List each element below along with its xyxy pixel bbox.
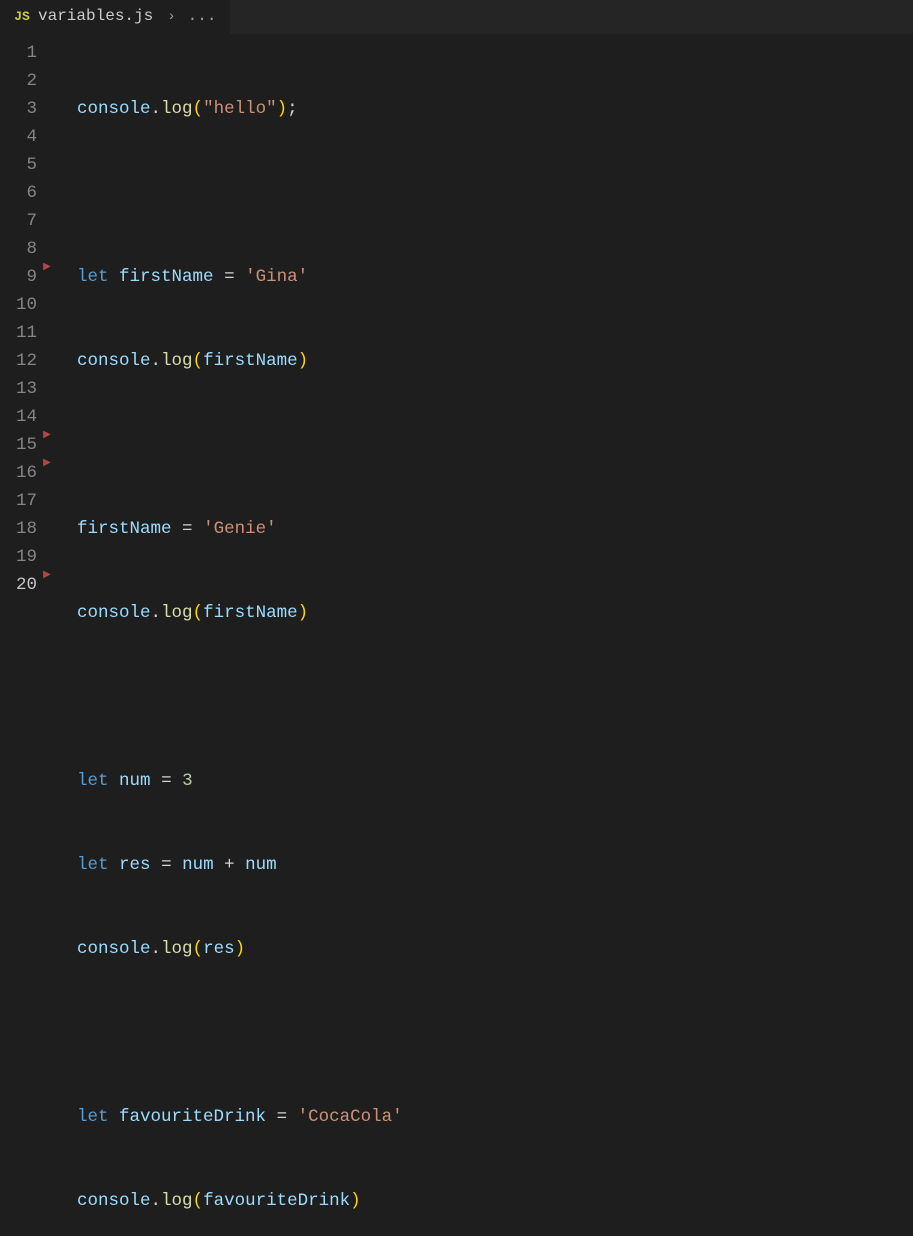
line-number: 2	[0, 67, 37, 95]
code-line[interactable]: console.log(firstName)	[55, 347, 913, 375]
javascript-file-icon: JS	[14, 9, 30, 25]
line-number: 5	[0, 151, 37, 179]
line-number: 17	[0, 487, 37, 515]
line-number: 16	[0, 459, 37, 487]
code-line[interactable]: let favouriteDrink = 'CocaCola'	[55, 1103, 913, 1131]
error-glyph-icon: ▶	[41, 571, 53, 581]
editor-tab[interactable]: JS variables.js › ...	[0, 0, 230, 35]
chevron-right-icon: ›	[167, 6, 175, 28]
code-line[interactable]: let res = num + num	[55, 851, 913, 879]
line-number: 11	[0, 319, 37, 347]
tab-filename: variables.js	[38, 4, 153, 30]
line-number: 14	[0, 403, 37, 431]
breadcrumb-ellipsis: ...	[188, 4, 217, 30]
line-number: 1	[0, 39, 37, 67]
line-number: 8	[0, 235, 37, 263]
line-number: 7	[0, 207, 37, 235]
line-number-gutter: 12345678▶91011121314▶15▶16171819▶20	[0, 39, 55, 1236]
line-number: 3	[0, 95, 37, 123]
line-number: 19	[0, 543, 37, 571]
line-number: 18	[0, 515, 37, 543]
code-line[interactable]: console.log(firstName)	[55, 599, 913, 627]
line-number: 20	[0, 571, 37, 599]
code-line[interactable]: let firstName = 'Gina'	[55, 263, 913, 291]
line-number: 10	[0, 291, 37, 319]
tab-bar: JS variables.js › ...	[0, 0, 913, 35]
error-glyph-icon: ▶	[41, 263, 53, 273]
line-number: 15	[0, 431, 37, 459]
code-area[interactable]: console.log("hello"); let firstName = 'G…	[55, 39, 913, 1236]
code-line[interactable]	[55, 1019, 913, 1047]
error-glyph-icon: ▶	[41, 431, 53, 441]
code-line[interactable]: console.log(favouriteDrink)	[55, 1187, 913, 1215]
code-line[interactable]: console.log(res)	[55, 935, 913, 963]
line-number: 13	[0, 375, 37, 403]
code-line[interactable]: firstName = 'Genie'	[55, 515, 913, 543]
code-line[interactable]	[55, 179, 913, 207]
line-number: 6	[0, 179, 37, 207]
error-glyph-icon: ▶	[41, 459, 53, 469]
code-line[interactable]	[55, 431, 913, 459]
code-line[interactable]	[55, 683, 913, 711]
line-number: 9	[0, 263, 37, 291]
code-editor[interactable]: 12345678▶91011121314▶15▶16171819▶20 cons…	[0, 35, 913, 1236]
line-number: 4	[0, 123, 37, 151]
line-number: 12	[0, 347, 37, 375]
code-line[interactable]: let num = 3	[55, 767, 913, 795]
code-line[interactable]: console.log("hello");	[55, 95, 913, 123]
